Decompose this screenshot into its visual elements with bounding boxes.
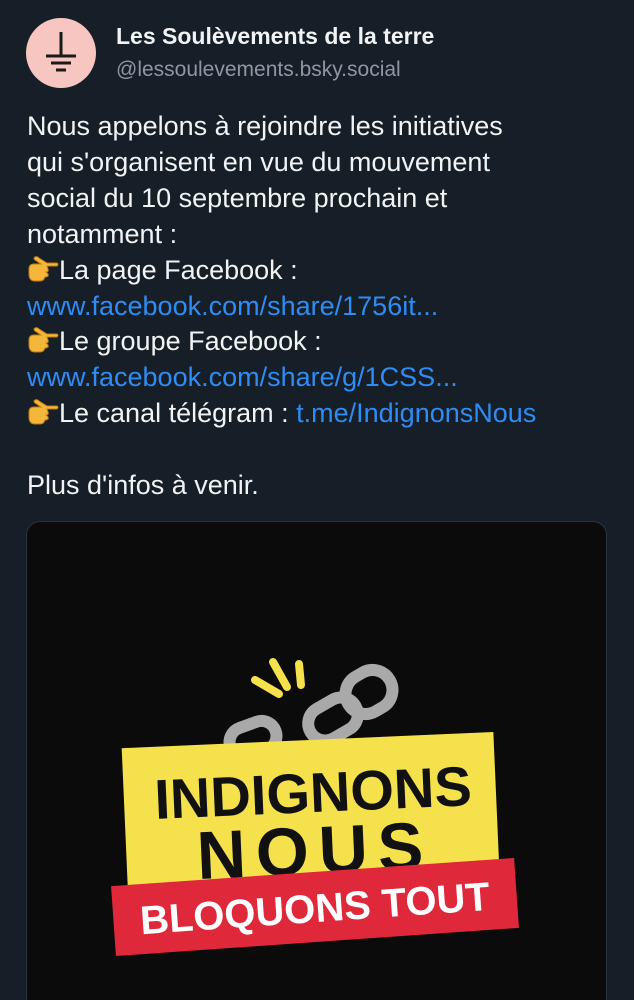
author-info: Les Soulèvements de la terre @lessouleve… [116,21,434,85]
author-handle[interactable]: @lessoulevements.bsky.social [116,55,434,85]
post-card[interactable]: Les Soulèvements de la terre @lessouleve… [0,0,634,1000]
post-header: Les Soulèvements de la terre @lessouleve… [26,18,434,88]
avatar[interactable] [26,18,96,88]
post-text-line: qui s'organisent en vue du mouvement [27,146,490,177]
facebook-page-link[interactable]: www.facebook.com/share/1756it... [27,291,438,321]
facebook-group-link-line: www.facebook.com/share/g/1CSS... [27,360,617,396]
earth-ground-symbol-icon [46,32,76,72]
post-text: Nous appelons à rejoindre les initiative… [27,109,617,504]
spark-lines-icon [251,658,305,698]
list-item-facebook-page: La page Facebook : [27,253,617,289]
item-label: Le groupe Facebook : [59,326,322,357]
facebook-group-link[interactable]: www.facebook.com/share/g/1CSS... [27,362,458,392]
author-display-name[interactable]: Les Soulèvements de la terre [116,21,434,51]
item-label: La page Facebook : [59,254,298,285]
post-image[interactable]: INDIGNONS NOUS BLOQUONS TOUT [26,521,607,1000]
list-item-telegram: Le canal télégram : t.me/IndignonsNous [27,396,617,432]
telegram-link[interactable]: t.me/IndignonsNous [296,398,536,428]
list-item-facebook-group: Le groupe Facebook : [27,324,617,360]
facebook-page-link-line: www.facebook.com/share/1756it... [27,289,617,325]
post-text-line: notamment : [27,218,178,249]
poster-graphic: INDIGNONS NOUS BLOQUONS TOUT [111,658,519,957]
pointing-right-icon [28,255,59,282]
post-text-line: social du 10 septembre prochain et [27,182,448,213]
post-text-line: Nous appelons à rejoindre les initiative… [27,111,503,141]
pointing-right-icon [28,399,59,425]
pointing-right-icon [28,327,59,353]
post-closing-text: Plus d'infos à venir. [27,470,259,501]
item-label: Le canal télégram : [59,398,297,429]
